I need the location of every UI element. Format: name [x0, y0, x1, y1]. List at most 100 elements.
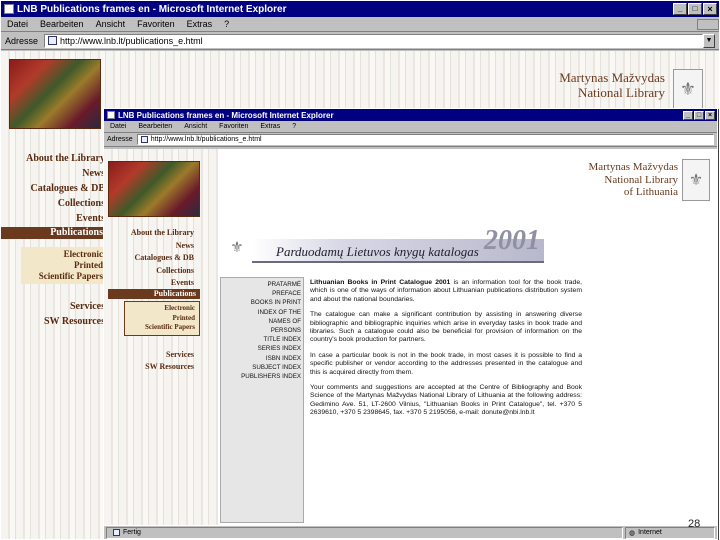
library-crest-icon: ⚜	[673, 69, 703, 109]
back-title-bar[interactable]: LNB Publications frames en - Microsoft I…	[1, 1, 719, 17]
nav-collections[interactable]: Collections	[104, 265, 194, 278]
paragraph-4: Your comments and suggestions are accept…	[310, 384, 582, 417]
index-names-of[interactable]: NAMES OF	[221, 317, 301, 326]
front-nav: About the Library News Catalogues & DB C…	[104, 227, 194, 290]
banner-year: 2001	[484, 225, 540, 256]
minimize-button[interactable]: _	[673, 3, 687, 15]
index-title[interactable]: TITLE INDEX	[221, 335, 301, 344]
nav-services[interactable]: Services	[1, 299, 105, 314]
nav-services[interactable]: Services	[104, 349, 194, 361]
globe-icon: ◍	[629, 529, 636, 537]
menu-favoriten[interactable]: Favoriten	[213, 123, 254, 130]
nav-catalogues[interactable]: Catalogues & DB	[1, 181, 105, 196]
menu-extras[interactable]: Extras	[254, 123, 286, 130]
index-series[interactable]: SERIES INDEX	[221, 344, 301, 353]
nav-news[interactable]: News	[1, 166, 105, 181]
nav-catalogues[interactable]: Catalogues & DB	[104, 252, 194, 265]
nav-printed[interactable]: Printed	[23, 260, 103, 271]
catalogue-index-menu: PRATARMĖ PREFACE BOOKS IN PRINT INDEX OF…	[220, 277, 304, 523]
menu-favoriten[interactable]: Favoriten	[131, 19, 181, 29]
slide-number: 28	[688, 518, 701, 530]
maximize-button[interactable]: □	[694, 110, 704, 120]
close-button[interactable]: ×	[703, 3, 717, 15]
front-window-title: LNB Publications frames en - Microsoft I…	[118, 110, 334, 120]
menu-ansicht[interactable]: Ansicht	[90, 19, 132, 29]
nav-scientific[interactable]: Scientific Papers	[23, 271, 103, 282]
front-left-frame: About the Library News Catalogues & DB C…	[104, 149, 218, 525]
status-page-icon	[113, 529, 120, 536]
back-nav-lower: Services SW Resources	[1, 299, 105, 329]
books-photo	[108, 161, 200, 217]
index-books-in-print[interactable]: BOOKS IN PRINT	[221, 298, 301, 307]
front-library-brand: Martynas Mažvydas National Library of Li…	[554, 161, 678, 199]
front-subnav: Electronic Printed Scientific Papers	[124, 301, 200, 336]
address-value: http://www.lnb.lt/publications_e.html	[60, 35, 203, 46]
index-persons[interactable]: PERSONS	[221, 326, 301, 335]
address-label: Adresse	[5, 35, 39, 46]
nav-electronic[interactable]: Electronic	[127, 304, 195, 314]
menu-help[interactable]: ?	[218, 19, 235, 29]
nav-sw-resources[interactable]: SW Resources	[104, 361, 194, 373]
address-label: Adresse	[107, 136, 133, 143]
books-photo	[9, 59, 101, 129]
catalogue-description: Lithuanian Books in Print Catalogue 2001…	[310, 279, 582, 523]
index-isbn[interactable]: ISBN INDEX	[221, 354, 301, 363]
ie-icon	[107, 111, 115, 119]
menu-ansicht[interactable]: Ansicht	[178, 123, 213, 130]
back-library-brand: Martynas Mažvydas National Library	[521, 70, 665, 101]
nav-sw-resources[interactable]: SW Resources	[1, 314, 105, 329]
index-publishers[interactable]: PUBLISHERS INDEX	[221, 372, 301, 381]
front-address-bar: Adresse http://www.lnb.lt/publications_e…	[104, 133, 717, 147]
close-button[interactable]: ×	[705, 110, 715, 120]
menu-datei[interactable]: Datei	[1, 19, 34, 29]
front-nav-publications[interactable]: Publications	[108, 289, 200, 299]
catalogue-name: Lithuanian Books in Print Catalogue 2001	[310, 279, 451, 286]
address-input[interactable]: http://www.lnb.lt/publications_e.html	[44, 33, 703, 48]
menu-extras[interactable]: Extras	[181, 19, 219, 29]
menu-help[interactable]: ?	[286, 123, 302, 130]
library-crest-icon: ⚜	[682, 159, 710, 201]
front-title-bar[interactable]: LNB Publications frames en - Microsoft I…	[104, 109, 717, 121]
status-label: Fertig	[123, 529, 141, 536]
address-input[interactable]: http://www.lnb.lt/publications_e.html	[136, 134, 714, 145]
brand-line-1: Martynas Mažvydas	[588, 161, 678, 173]
address-dropdown-icon[interactable]: ▼	[703, 33, 715, 48]
index-of-the[interactable]: INDEX OF THE	[221, 308, 301, 317]
nav-scientific[interactable]: Scientific Papers	[127, 323, 195, 333]
back-nav: About the Library News Catalogues & DB C…	[1, 151, 105, 226]
index-subject[interactable]: SUBJECT INDEX	[221, 363, 301, 372]
paragraph-3: In case a particular book is not in the …	[310, 351, 582, 376]
index-preface[interactable]: PREFACE	[221, 289, 301, 298]
front-menu-bar: Datei Bearbeiten Ansicht Favoriten Extra…	[104, 121, 717, 133]
menu-bearbeiten[interactable]: Bearbeiten	[34, 19, 90, 29]
paragraph-2: The catalogue can make a significant con…	[310, 311, 582, 344]
brand-line-2: National Library	[578, 84, 665, 100]
back-address-bar: Adresse http://www.lnb.lt/publications_e…	[1, 32, 719, 50]
nav-about[interactable]: About the Library	[104, 227, 194, 240]
nav-electronic[interactable]: Electronic	[23, 249, 103, 260]
nav-news[interactable]: News	[104, 240, 194, 253]
back-subnav: Electronic Printed Scientific Papers	[21, 247, 105, 284]
status-text: Fertig	[106, 526, 623, 539]
nav-events[interactable]: Events	[1, 211, 105, 226]
nav-collections[interactable]: Collections	[1, 196, 105, 211]
menu-datei[interactable]: Datei	[104, 123, 132, 130]
brand-line-1: Martynas Mažvydas	[559, 70, 665, 85]
nav-about[interactable]: About the Library	[1, 151, 105, 166]
status-zone-label: Internet	[638, 529, 662, 536]
address-value: http://www.lnb.lt/publications_e.html	[150, 136, 262, 143]
front-page-content: About the Library News Catalogues & DB C…	[104, 149, 717, 525]
page-icon	[140, 136, 148, 143]
nav-events[interactable]: Events	[104, 277, 194, 290]
minimize-button[interactable]: _	[683, 110, 693, 120]
catalogue-banner: 2001 Parduodamų Lietuvos knygų katalogas	[252, 225, 544, 263]
back-window-title: LNB Publications frames en - Microsoft I…	[17, 3, 287, 15]
menu-bearbeiten[interactable]: Bearbeiten	[132, 123, 178, 130]
toolbar-grip	[697, 18, 719, 30]
nav-printed[interactable]: Printed	[127, 314, 195, 324]
maximize-button[interactable]: □	[688, 3, 702, 15]
index-pratarme[interactable]: PRATARMĖ	[221, 280, 301, 289]
front-browser-window[interactable]: LNB Publications frames en - Microsoft I…	[103, 108, 718, 540]
ie-icon	[4, 4, 14, 14]
back-nav-publications[interactable]: Publications	[1, 227, 105, 239]
